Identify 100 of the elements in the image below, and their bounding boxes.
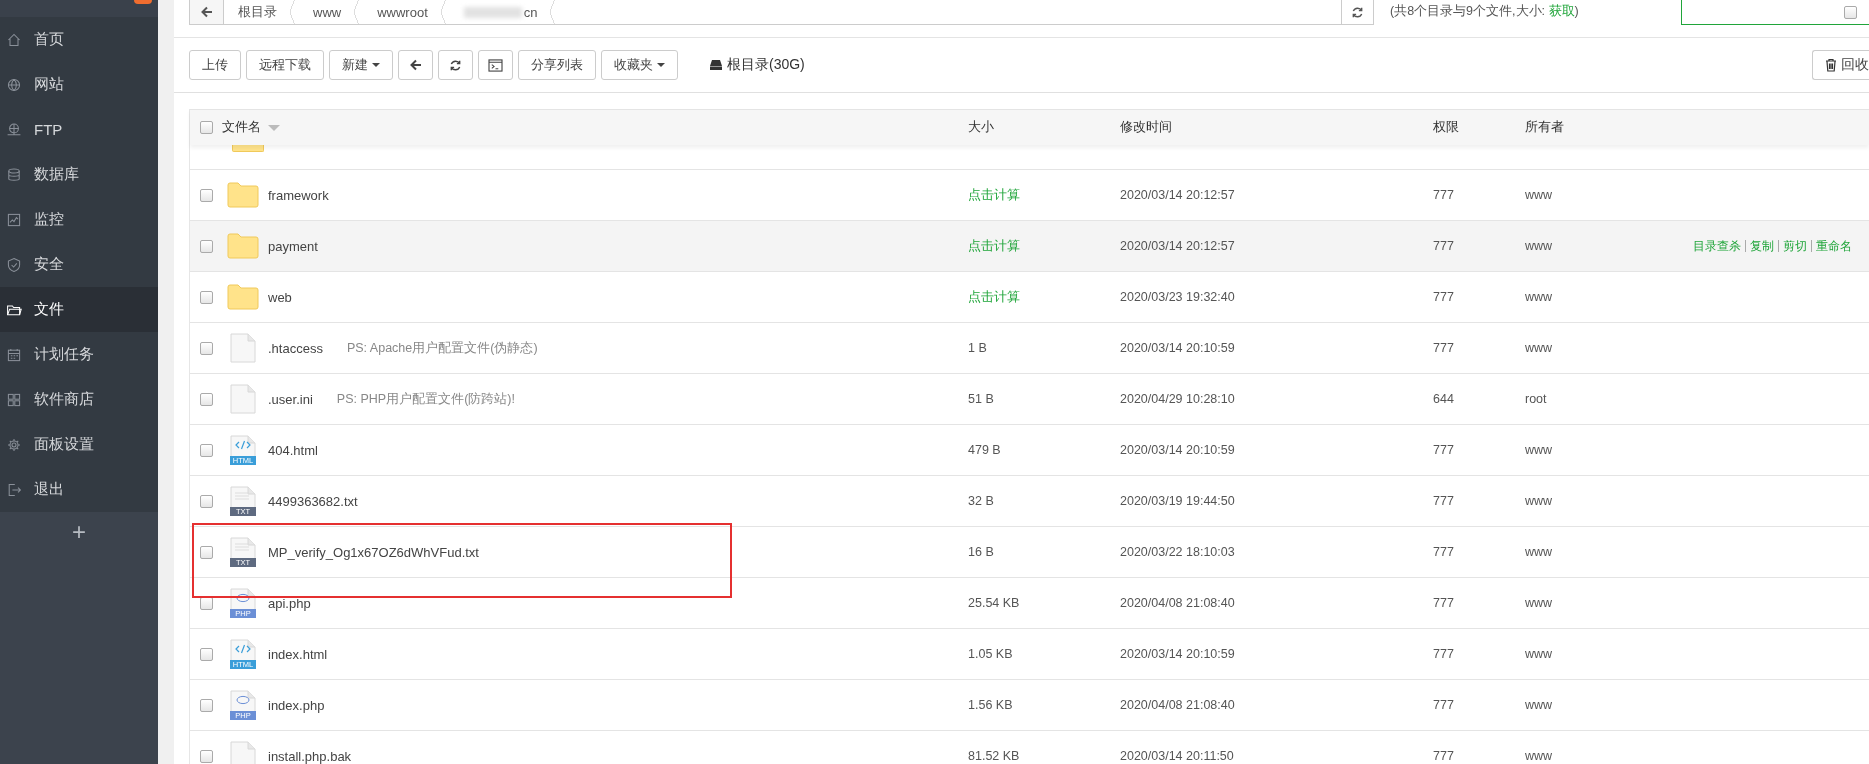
left-arrow-icon [200,6,213,18]
checkbox[interactable] [199,188,213,202]
file-icon [230,384,256,414]
checkbox[interactable] [199,239,213,253]
checkbox[interactable] [199,749,213,763]
table-row[interactable]: install.php.bak 81.52 KB 2020/03/14 20:11:50 777 www [190,731,1869,764]
file-name[interactable]: 4499363682.txt [268,493,358,509]
grid-icon [6,391,22,408]
refresh-icon [1351,5,1364,19]
file-name[interactable]: index.php [268,697,325,713]
add-button[interactable]: + [66,520,92,544]
trash-icon [1825,58,1837,72]
table-cell-text: 777 [1433,545,1455,559]
summary-text: (共8个目录与9个文件,大小: 获取) [1390,3,1579,20]
dropdown-button[interactable]: 新建 [329,50,393,80]
checkbox[interactable] [199,443,213,457]
table-cell-text: 777 [1433,239,1455,253]
table-cell-text: 25.54 KB [968,596,1021,610]
dropdown-button[interactable]: 收藏夹 [601,50,678,80]
column-header[interactable]: 所有者 [1525,119,1693,136]
table-row[interactable]: .htaccess PS: Apache用户配置文件(伪静态) 1 B 2020/03/14 20:10:59 777 www [190,323,1869,374]
table-cell-text: 777 [1433,188,1455,202]
select-all-checkbox[interactable] [199,121,213,134]
checkbox[interactable] [199,545,213,559]
file-name[interactable]: web [268,289,292,305]
column-header[interactable]: 修改时间 [1120,119,1433,136]
file-name[interactable]: .htaccess [268,340,323,356]
file-name[interactable]: index.html [268,646,328,662]
sidebar-item[interactable]: 首页 [0,17,158,62]
table-row[interactable]: web 点击计算 2020/03/23 19:32:40 777 www [190,272,1869,323]
column-header[interactable]: 文件名 [222,119,268,136]
home-icon [6,31,22,48]
file-name[interactable]: MP_verify_Og1x67OZ6dWhVFud.txt [268,544,479,560]
calendar-icon [6,346,22,363]
table-cell-text: 2020/04/08 21:08:40 [1120,596,1236,610]
table-cell-text: 2020/03/14 20:10:59 [1120,647,1236,661]
back-button[interactable] [190,0,224,24]
left-arrow-icon [409,59,422,71]
table-cell-text: 16 B [968,545,995,559]
checkbox[interactable] [199,341,213,355]
sidebar-item[interactable]: 数据库 [0,152,158,197]
table-cell-text: 2020/04/08 21:08:40 [1120,698,1236,712]
file-name[interactable]: api.php [268,595,311,611]
checkbox[interactable] [199,392,213,406]
column-header[interactable]: 大小 [968,119,1120,136]
refresh-button[interactable] [438,50,473,80]
sidebar-item[interactable]: 安全 [0,242,158,287]
table-cell-text: 777 [1433,647,1455,661]
disk-label: 根目录(30G) [727,56,805,74]
table-row[interactable]: .user.ini PS: PHP用户配置文件(防跨站)! 51 B 2020/04/29 10:28:10 644 root [190,374,1869,425]
table-cell-text: 1.56 KB [968,698,1014,712]
table-cell-text: 2020/03/23 19:32:40 [1120,290,1236,304]
database-icon [6,166,22,183]
table-cell-text: 51 B [968,392,995,406]
table-cell-text: 2020/03/14 20:12:57 [1120,188,1236,202]
table-cell-text: www [1525,647,1554,661]
sidebar-item[interactable]: FTP [0,107,158,152]
sort-caret-icon [268,124,280,131]
checkbox[interactable] [199,647,213,661]
sidebar-item[interactable]: 计划任务 [0,332,158,377]
checkbox[interactable] [199,494,213,508]
table-cell-text: 2020/04/29 10:28:10 [1120,392,1236,406]
table-cell-text: 2020/03/14 20:12:57 [1120,239,1236,253]
table-cell-text: 2020/03/19 19:44:50 [1120,494,1236,508]
sidebar-item[interactable]: 网站 [0,62,158,107]
table-row[interactable]: payment 点击计算 2020/03/14 20:12:57 777 www 目录查杀 复制 剪切 重命名 [190,221,1869,272]
toolbar-button[interactable]: 远程下载 [246,50,324,80]
file-name[interactable]: payment [268,238,318,254]
sidebar-item[interactable]: 软件商店 [0,377,158,422]
table-cell-text: root [1525,392,1548,406]
file-name[interactable]: 404.html [268,442,318,458]
checkbox[interactable] [199,698,213,712]
file-name[interactable]: install.php.bak [268,748,352,764]
refresh-icon [449,58,462,72]
table-cell-text: 777 [1433,494,1455,508]
table-cell-text: 2020/03/14 20:10:59 [1120,443,1236,457]
checkbox[interactable] [1844,6,1857,19]
table-cell-text: 777 [1433,698,1455,712]
disk-icon [709,59,723,71]
sidebar-item[interactable]: 文件 [0,287,158,332]
sidebar-item[interactable]: 退出 [0,467,158,512]
folder-icon [227,182,259,208]
table-cell-text: www [1525,494,1554,508]
table-cell-text: 777 [1433,443,1455,457]
recycle-bin-button[interactable]: 回收 [1812,50,1869,80]
toolbar-button[interactable]: 上传 [189,50,241,80]
sidebar-item[interactable]: 面板设置 [0,422,158,467]
table-cell-text: www [1525,290,1554,304]
terminal-button[interactable] [478,50,513,80]
table-cell-text: 81.52 KB [968,749,1021,763]
file-name[interactable]: .user.ini [268,391,313,407]
sidebar-item[interactable]: 监控 [0,197,158,242]
back-button[interactable] [398,50,433,80]
column-header[interactable]: 权限 [1433,119,1525,136]
checkbox[interactable] [199,290,213,304]
table-cell-text: 2020/03/14 20:10:59 [1120,341,1236,355]
file-name[interactable]: framework [268,187,329,203]
toolbar-button[interactable]: 分享列表 [518,50,596,80]
table-cell-text: 777 [1433,749,1455,763]
table-cell-text: 479 B [968,443,1002,457]
